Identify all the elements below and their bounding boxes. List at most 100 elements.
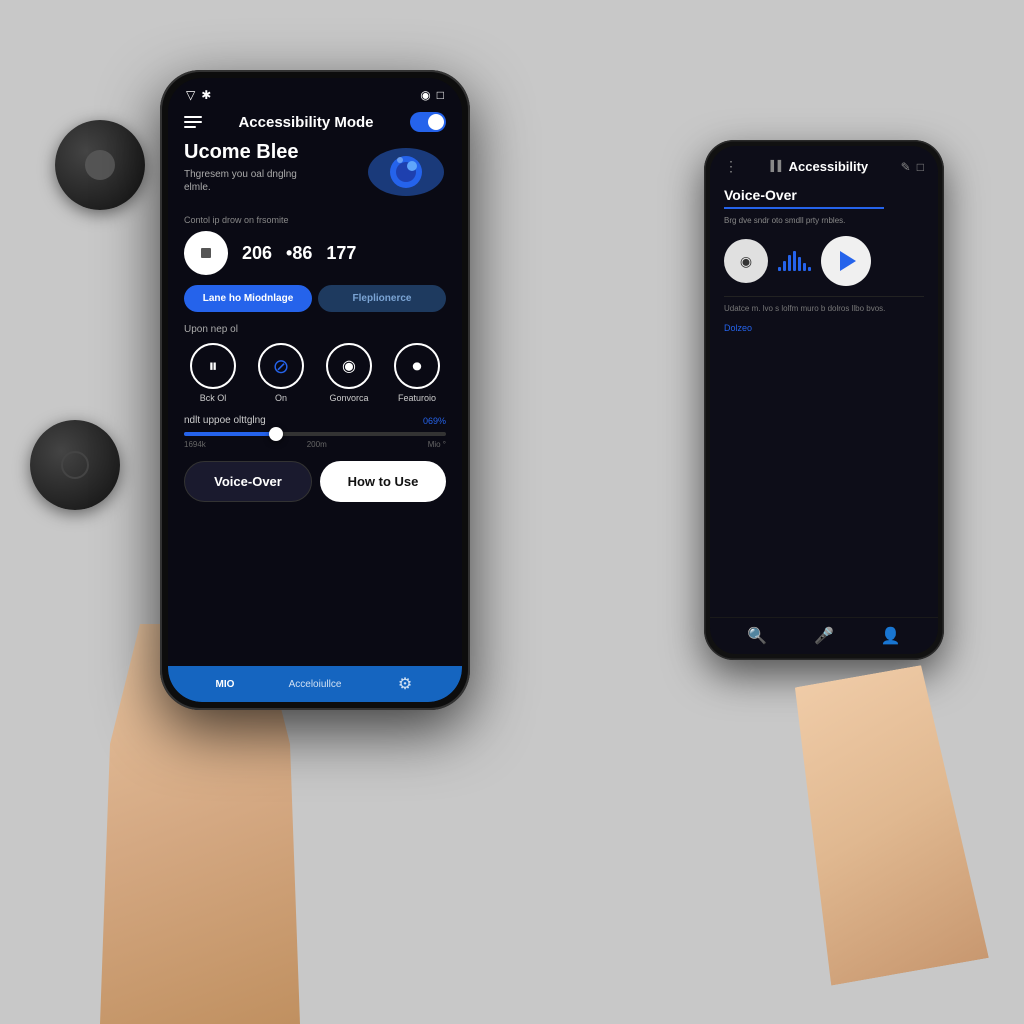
bar-4 [793,251,796,271]
app-title: Accessibility Mode [238,114,373,131]
slider-value: 069% [423,416,446,426]
nav-item-mio[interactable]: MIO [184,679,266,690]
stat-icon-inner [201,248,211,258]
slash-circle[interactable] [258,343,304,389]
stat-circle-icon [184,231,228,275]
stat-num-3: 177 [326,243,356,264]
signal-icon: ▽ [186,88,195,102]
sec-square-icon[interactable]: □ [917,160,924,174]
status-bar: ▽ ✱ ◉ □ [168,78,462,106]
sec-text-block: Udatce m. lvo s lolfm muro b dolros llbo… [724,303,924,315]
globe-icon: ◉ [420,88,430,102]
record-circle[interactable] [394,343,440,389]
icon-row: Bck Ol On Gonvorca [184,343,446,403]
hands-container: ▽ ✱ ◉ □ Accessibility Mode [0,0,1024,1024]
app-content: Ucome Blee Thgresem you oal dnglng elmle… [168,140,462,666]
sec-record-button[interactable]: ◉ [724,239,768,283]
icon-item-on: On [258,343,304,403]
sec-controls: ◉ [724,236,924,286]
slider-mid-label: 200m [307,440,327,449]
record-label: Featuroio [398,393,436,403]
welcome-section: Ucome Blee Thgresem you oal dnglng elmle… [184,140,446,205]
status-icons-right: ◉ □ [420,88,444,102]
menu-button[interactable] [184,116,202,128]
accessibility-toggle[interactable] [410,112,446,132]
icon-item-pause: Bck Ol [190,343,236,403]
eye-icon [366,140,446,205]
stats-row: 206 •86 177 [184,231,446,275]
bottom-buttons: Voice-Over How to Use [184,461,446,502]
bar-7 [808,267,811,271]
bar-5 [798,257,801,271]
eye-svg [366,145,446,200]
sec-edit-icon[interactable]: ✎ [901,160,911,174]
welcome-subtext: Thgresem you oal dnglng elmle. [184,168,324,194]
tab-explore[interactable]: Fleplionerce [318,285,446,312]
slider-labels: 1694k 200m Mio ° [184,440,446,449]
status-icons-left: ▽ ✱ [186,88,211,102]
slash-label: On [275,393,287,403]
phone-main: ▽ ✱ ◉ □ Accessibility Mode [160,70,470,710]
app-header: Accessibility Mode [168,106,462,140]
slider-section: ndlt uppoe olttglng 069% 1694k 200m Mio … [184,415,446,449]
pause-circle[interactable] [190,343,236,389]
welcome-heading: Ucome Blee [184,140,324,164]
sec-waveform-bars [778,251,811,271]
sound-icon [342,356,356,376]
stats-label: Contol ip drow on frsomite [184,215,446,225]
sec-mic-icon[interactable]: 🎤 [814,626,834,646]
pause-icon [209,356,218,377]
nav-mio-label: MIO [216,679,235,690]
bar-1 [778,267,781,271]
slider-fill [184,432,276,436]
sec-dots-icon: ⋮ [724,158,738,175]
sec-play-button[interactable] [821,236,871,286]
sec-bottom-label: Dolzeo [724,323,924,333]
sec-divider [724,296,924,297]
slider-min-label: 1694k [184,440,206,449]
stat-num-1: 206 [242,243,272,264]
phone-secondary: ⋮ ▌▌ Accessibility ✎ □ Voice-Over Brg dv… [704,140,944,660]
sound-circle[interactable] [326,343,372,389]
sec-subtitle: Voice-Over [724,187,924,203]
bottom-nav: MIO Acceloiullce ⚙ [168,666,462,702]
slider-track[interactable] [184,432,446,436]
welcome-text: Ucome Blee Thgresem you oal dnglng elmle… [184,140,324,194]
bar-6 [803,263,806,271]
stat-num-2: •86 [286,243,312,264]
sec-title: Accessibility [789,159,869,174]
hand-right [779,662,989,985]
slider-max-label: Mio ° [428,440,446,449]
bar-3 [788,255,791,271]
bar-2 [783,261,786,271]
slider-thumb[interactable] [269,427,283,441]
sound-label: Gonvorca [329,393,368,403]
tab-buttons: Lane ho Miodnlage Fleplionerce [184,285,446,312]
sec-content: Voice-Over Brg dve sndr oto smdll prty r… [710,181,938,617]
sec-record-icon: ◉ [740,253,752,270]
sec-signal-icon: ▌▌ [771,161,785,172]
sec-search-icon[interactable]: 🔍 [747,626,767,646]
play-triangle-icon [840,251,856,271]
voice-over-button[interactable]: Voice-Over [184,461,312,502]
sec-bottom-nav: 🔍 🎤 👤 [710,617,938,654]
slash-icon [273,354,290,379]
sec-title-underline [724,207,884,209]
nav-item-accessibility[interactable]: Acceloiullce [274,679,356,690]
phone-screen: ▽ ✱ ◉ □ Accessibility Mode [168,78,462,702]
how-to-use-button[interactable]: How to Use [320,461,446,502]
nav-accessibility-label: Acceloiullce [289,679,342,690]
phone-secondary-screen: ⋮ ▌▌ Accessibility ✎ □ Voice-Over Brg dv… [710,146,938,654]
record-icon [413,356,422,377]
slider-title: ndlt uppoe olttglng [184,415,266,426]
sec-person-icon[interactable]: 👤 [881,626,901,646]
gear-icon: ⚙ [398,676,412,693]
user-section-label: Upon nep ol [184,324,446,335]
sec-desc: Brg dve sndr oto smdll prty rnbles. [724,215,924,226]
nav-item-settings[interactable]: ⚙ [364,674,446,694]
icon-item-sound: Gonvorca [326,343,372,403]
pause-label: Bck Ol [200,393,227,403]
icon-item-record: Featuroio [394,343,440,403]
sec-header: ⋮ ▌▌ Accessibility ✎ □ [710,146,938,181]
tab-language[interactable]: Lane ho Miodnlage [184,285,312,312]
